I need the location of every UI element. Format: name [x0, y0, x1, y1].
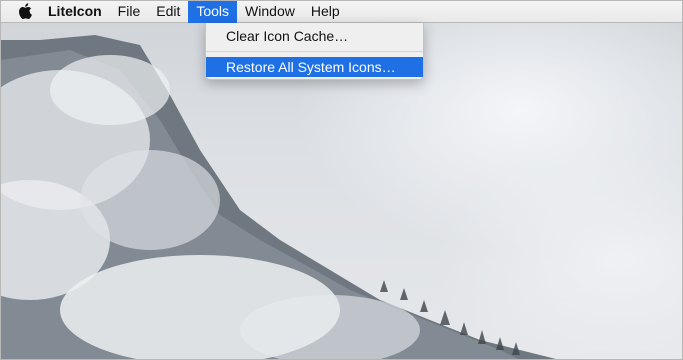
menu-tools[interactable]: Tools	[188, 0, 238, 23]
menu-file[interactable]: File	[110, 0, 149, 23]
menu-bar: LiteIcon File Edit Tools Window Help	[0, 0, 683, 23]
menu-help[interactable]: Help	[303, 0, 348, 23]
menu-separator	[206, 51, 423, 52]
menu-window[interactable]: Window	[237, 0, 303, 23]
menu-item-restore-all-system-icons[interactable]: Restore All System Icons…	[206, 57, 423, 77]
menu-item-clear-icon-cache[interactable]: Clear Icon Cache…	[206, 26, 423, 46]
apple-icon	[19, 3, 32, 19]
apple-menu[interactable]	[8, 0, 42, 23]
menu-edit[interactable]: Edit	[148, 0, 188, 23]
tools-dropdown-menu: Clear Icon Cache… Restore All System Ico…	[205, 23, 424, 80]
menu-liteicon[interactable]: LiteIcon	[42, 0, 110, 23]
